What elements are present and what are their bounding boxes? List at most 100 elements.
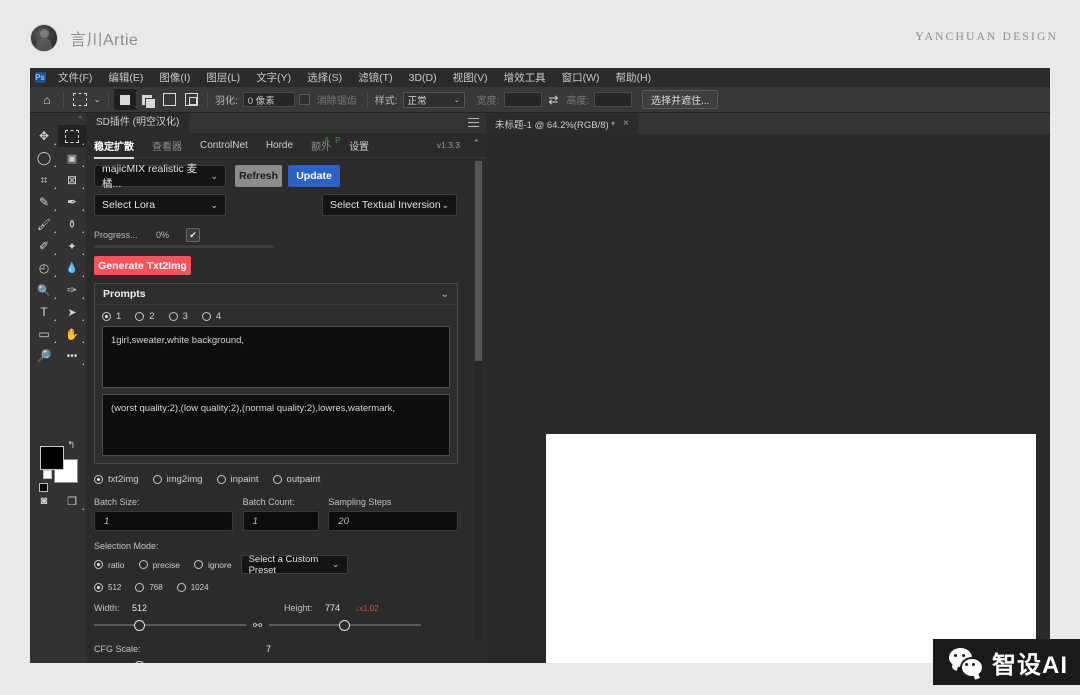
eraser-tool[interactable]: ✦ bbox=[58, 235, 86, 257]
tab-viewer[interactable]: 查看器 bbox=[152, 138, 182, 153]
antialias-checkbox[interactable] bbox=[299, 94, 310, 105]
link-sizes-icon[interactable]: ⚯ bbox=[253, 619, 262, 632]
height-slider[interactable] bbox=[269, 618, 421, 632]
prompt-slot-4-radio[interactable] bbox=[202, 312, 211, 321]
dodge-tool[interactable]: 🔍 bbox=[30, 279, 58, 301]
crop-tool[interactable]: ⌗ bbox=[30, 169, 58, 191]
size-preset-512-radio[interactable] bbox=[94, 583, 103, 592]
brush-tool[interactable]: 🖌 bbox=[30, 213, 58, 235]
size-preset-768-radio[interactable] bbox=[135, 583, 144, 592]
menu-item-3d[interactable]: 3D(D) bbox=[401, 72, 445, 84]
mode-txt2img-radio[interactable] bbox=[94, 475, 103, 484]
clone-stamp-tool[interactable]: ⚱ bbox=[58, 213, 86, 235]
menu-item-view[interactable]: 视图(V) bbox=[445, 70, 496, 85]
progress-checkbox[interactable]: ✔ bbox=[186, 228, 200, 242]
home-icon[interactable]: ⌂ bbox=[36, 89, 58, 110]
chevron-down-icon[interactable]: ⌄ bbox=[91, 89, 103, 110]
batch-size-input[interactable]: 1 bbox=[94, 511, 233, 531]
canvas-background[interactable] bbox=[486, 134, 1050, 663]
menu-item-select[interactable]: 选择(S) bbox=[299, 70, 350, 85]
sampling-steps-input[interactable]: 20 bbox=[328, 511, 458, 531]
prompts-card-header[interactable]: Prompts ⌄ bbox=[95, 284, 457, 305]
batch-count-input[interactable]: 1 bbox=[243, 511, 319, 531]
lasso-tool[interactable]: ◯ bbox=[30, 147, 58, 169]
prompt-slot-1-radio[interactable] bbox=[102, 312, 111, 321]
hand-tool[interactable]: ✋ bbox=[58, 323, 86, 345]
frame-tool[interactable]: ⊠ bbox=[58, 169, 86, 191]
tab-controlnet[interactable]: ControlNet bbox=[200, 140, 248, 151]
refresh-button[interactable]: Refresh bbox=[235, 165, 282, 187]
quick-selection-tool[interactable]: ▣ bbox=[58, 147, 86, 169]
tab-stable-diffusion[interactable]: 稳定扩散 bbox=[94, 138, 134, 153]
screen-mode-icon[interactable]: ❐ bbox=[58, 490, 86, 512]
selection-subtract-icon[interactable] bbox=[158, 89, 180, 110]
style-select[interactable]: 正常 ⌄ bbox=[403, 92, 465, 108]
history-brush-tool[interactable]: ✐ bbox=[30, 235, 58, 257]
menu-item-window[interactable]: 窗口(W) bbox=[554, 70, 608, 85]
positive-prompt-textarea[interactable]: 1girl,sweater,white background, bbox=[102, 326, 450, 388]
width-input[interactable] bbox=[504, 92, 542, 107]
close-icon[interactable]: × bbox=[623, 118, 629, 129]
mode-img2img-radio[interactable] bbox=[153, 475, 162, 484]
feather-input[interactable]: 0 像素 bbox=[243, 92, 295, 107]
textual-inversion-select[interactable]: Select Textual Inversion ⌄ bbox=[322, 194, 457, 216]
selection-mode-ratio-radio[interactable] bbox=[94, 560, 103, 569]
prompt-slot-3-radio[interactable] bbox=[169, 312, 178, 321]
selection-mode-ignore-radio[interactable] bbox=[194, 560, 203, 569]
custom-preset-select[interactable]: Select a Custom Preset ⌄ bbox=[241, 555, 348, 574]
zoom-tool[interactable]: 🔎 bbox=[30, 345, 58, 367]
generate-txt2img-button[interactable]: Generate Txt2Img bbox=[94, 256, 191, 275]
marquee-tool-icon[interactable] bbox=[69, 89, 91, 110]
selection-add-icon[interactable] bbox=[136, 89, 158, 110]
move-tool[interactable]: ✥ bbox=[30, 125, 58, 147]
menu-item-filter[interactable]: 滤镜(T) bbox=[350, 70, 400, 85]
artboard-canvas[interactable] bbox=[546, 434, 1036, 663]
swap-colors-icon[interactable]: ↰ bbox=[67, 440, 75, 451]
eyedropper-tool[interactable]: ✎ bbox=[30, 191, 58, 213]
sd-panel-tab[interactable]: SD插件 (明空汉化) bbox=[86, 113, 189, 133]
rectangle-tool[interactable]: ▭ bbox=[30, 323, 58, 345]
menu-item-edit[interactable]: 编辑(E) bbox=[100, 70, 151, 85]
color-swatches[interactable]: ↰ bbox=[40, 446, 78, 482]
menu-item-help[interactable]: 帮助(H) bbox=[608, 70, 660, 85]
mode-outpaint-radio[interactable] bbox=[273, 475, 282, 484]
update-button[interactable]: Update bbox=[288, 165, 340, 187]
tab-horde[interactable]: Horde bbox=[266, 140, 293, 151]
cfg-slider[interactable] bbox=[94, 659, 456, 663]
lora-select[interactable]: Select Lora ⌄ bbox=[94, 194, 226, 216]
document-tab[interactable]: 未标题-1 @ 64.2%(RGB/8) * × bbox=[486, 113, 638, 134]
tools-collapse-icon[interactable]: « bbox=[30, 113, 86, 123]
negative-prompt-textarea[interactable]: (worst quality:2),(low quality:2),(norma… bbox=[102, 394, 450, 456]
scroll-up-icon[interactable]: ⌃ bbox=[472, 138, 480, 149]
panel-menu-icon[interactable] bbox=[468, 118, 479, 127]
selection-new-icon[interactable] bbox=[114, 89, 136, 110]
quick-mask-icon[interactable]: ◙ bbox=[30, 490, 58, 512]
spot-healing-tool[interactable]: ✒ bbox=[58, 191, 86, 213]
marquee-tool[interactable] bbox=[58, 125, 86, 147]
tab-settings[interactable]: 设置 bbox=[349, 138, 369, 153]
foreground-color-swatch[interactable] bbox=[40, 446, 64, 470]
menu-item-type[interactable]: 文字(Y) bbox=[248, 70, 299, 85]
model-select[interactable]: majicMIX realistic 麦橘... ⌄ bbox=[94, 165, 226, 187]
gradient-tool[interactable]: ◴ bbox=[30, 257, 58, 279]
path-selection-tool[interactable]: ➤ bbox=[58, 301, 86, 323]
chevron-down-icon[interactable]: ⌄ bbox=[441, 289, 449, 300]
type-tool[interactable]: T bbox=[30, 301, 58, 323]
mode-inpaint-radio[interactable] bbox=[217, 475, 226, 484]
size-preset-1024-radio[interactable] bbox=[177, 583, 186, 592]
prompt-slot-2-radio[interactable] bbox=[135, 312, 144, 321]
width-slider[interactable] bbox=[94, 618, 246, 632]
menu-item-image[interactable]: 图像(I) bbox=[151, 70, 198, 85]
selection-mode-precise-radio[interactable] bbox=[139, 560, 148, 569]
menu-item-layer[interactable]: 图层(L) bbox=[198, 70, 248, 85]
brand[interactable]: 言川Artie bbox=[30, 24, 138, 52]
swap-dimensions-icon[interactable]: ⇄ bbox=[542, 89, 564, 110]
select-and-mask-button[interactable]: 选择并遮住... bbox=[642, 90, 718, 109]
menu-item-plugins[interactable]: 增效工具 bbox=[496, 70, 554, 85]
height-input[interactable] bbox=[594, 92, 632, 107]
more-tools-icon[interactable]: ••• bbox=[58, 345, 86, 367]
pen-tool[interactable]: ✑ bbox=[58, 279, 86, 301]
selection-intersect-icon[interactable] bbox=[180, 89, 202, 110]
blur-tool[interactable]: 💧 bbox=[58, 257, 86, 279]
menu-item-file[interactable]: 文件(F) bbox=[50, 70, 100, 85]
